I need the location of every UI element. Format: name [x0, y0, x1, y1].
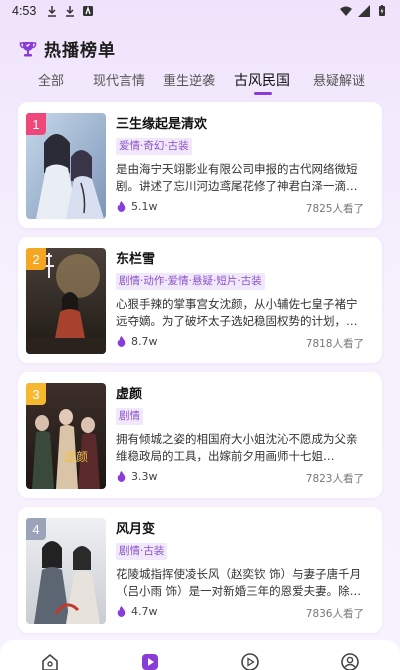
active-tab-indicator — [254, 92, 272, 95]
tab-all[interactable]: 全部 — [38, 70, 64, 89]
list-item[interactable]: 2 东栏雪 剧情·动作·爱情·悬疑·短片·古装 心狠手辣的掌事宫女沈颜，从小辅佐… — [18, 237, 382, 363]
view-count: 7823人看了 — [305, 473, 364, 485]
flame-icon — [117, 606, 126, 617]
flame-icon — [117, 336, 126, 347]
genre-tags: 爱情·奇幻·古装 — [116, 138, 192, 155]
tab-modern-romance[interactable]: 现代言情 — [93, 70, 145, 89]
profile-icon — [341, 653, 359, 670]
nav-home[interactable] — [40, 652, 60, 670]
tab-ancient-republic[interactable]: 古风民国 — [234, 70, 290, 90]
nav-profile[interactable] — [340, 652, 360, 670]
trophy-icon — [19, 41, 37, 56]
page-title: 热播榜单 — [44, 41, 116, 61]
view-count: 7836人看了 — [305, 608, 364, 620]
drama-title: 东栏雪 — [116, 252, 156, 267]
drama-description: 心狠手辣的掌事宫女沈颜，从小辅佐七皇子褚宁远夺嫡。为了破坏太子选妃稳固权势的计划… — [116, 297, 358, 328]
tab-rebirth[interactable]: 重生逆袭 — [163, 70, 215, 89]
flame-icon — [117, 201, 126, 212]
rank-badge: 2 — [26, 248, 46, 270]
status-time: 4:53 — [12, 4, 37, 18]
app-notification-icon — [83, 5, 94, 16]
list-item[interactable]: 虚颜 3 虚颜 剧情 拥有倾城之姿的相国府大小姐沈沁不愿成为父亲维稳政局的工具，… — [18, 372, 382, 498]
drama-title: 风月变 — [116, 522, 156, 537]
download-icon — [48, 6, 57, 17]
category-tabs: 全部 现代言情 重生逆袭 古风民国 悬疑解谜 — [0, 70, 400, 94]
like-count: 4.7w — [116, 605, 158, 618]
list-item[interactable]: 4 风月变 剧情·古装 花陵城指挥使凌长风（赵奕钦 饰）与妻子唐千月（吕小雨 饰… — [18, 507, 382, 633]
view-count: 7818人看了 — [305, 338, 364, 350]
rank-badge: 4 — [26, 518, 46, 540]
view-count: 7825人看了 — [305, 203, 364, 215]
wifi-icon — [340, 6, 352, 16]
rank-badge: 1 — [26, 113, 46, 135]
bottom-navigation — [0, 640, 400, 670]
genre-tags: 剧情 — [116, 408, 143, 425]
tab-mystery[interactable]: 悬疑解谜 — [313, 70, 365, 89]
genre-tags: 剧情·动作·爱情·悬疑·短片·古装 — [116, 273, 265, 290]
like-count: 3.3w — [116, 470, 158, 483]
drama-description: 是由海宁天翊影业有限公司申报的古代网络微短剧。讲述了忘川河边鸢尾花修了神君白泽一… — [116, 162, 358, 193]
like-count: 8.7w — [116, 335, 158, 348]
rank-badge: 3 — [26, 383, 46, 405]
download-icon — [66, 6, 75, 17]
battery-icon — [379, 5, 385, 16]
page-header: 热播榜单 — [18, 36, 116, 61]
nav-theater[interactable] — [140, 652, 160, 670]
like-count: 5.1w — [116, 200, 158, 213]
drama-title: 虚颜 — [116, 387, 143, 402]
play-circle-icon — [241, 653, 259, 670]
drama-description: 花陵城指挥使凌长风（赵奕钦 饰）与妻子唐千月（吕小雨 饰）是一对新婚三年的恩爱夫… — [116, 567, 362, 598]
nav-watch[interactable] — [240, 652, 260, 670]
svg-text:虚颜: 虚颜 — [64, 449, 88, 464]
genre-tags: 剧情·古装 — [116, 543, 168, 560]
list-item[interactable]: 1 三生缘起是清欢 爱情·奇幻·古装 是由海宁天翊影业有限公司申报的古代网络微短… — [18, 102, 382, 228]
flame-icon — [117, 471, 126, 482]
home-icon — [42, 653, 58, 670]
play-square-icon — [142, 654, 158, 670]
cellular-signal-icon — [358, 5, 370, 17]
drama-description: 拥有倾城之姿的相国府大小姐沈沁不愿成为父亲维稳政局的工具，出嫁前夕用画师十七姐… — [116, 432, 358, 463]
drama-title: 三生缘起是清欢 — [116, 117, 208, 132]
status-bar: 4:53 — [0, 0, 400, 22]
